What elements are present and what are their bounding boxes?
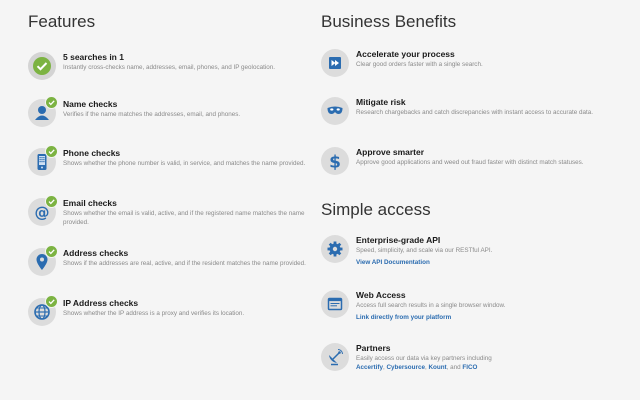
kount-link[interactable]: Kount: [428, 364, 446, 371]
simple-access-heading: Simple access: [321, 200, 431, 219]
accertify-link[interactable]: Accertify: [356, 364, 383, 371]
svg-text:$: $: [329, 153, 341, 173]
access-description: Easily access our data via key partners …: [356, 355, 621, 372]
feature-description: Instantly cross-checks name, addresses, …: [63, 64, 275, 71]
link-directly-from-platform-link[interactable]: Link directly from your platform: [356, 313, 621, 322]
map-pin-icon: [28, 245, 58, 276]
access-title: Enterprise-grade API: [356, 235, 441, 245]
benefit-description: Approve good applications and weed out f…: [356, 159, 584, 166]
feature-title: 5 searches in 1: [63, 52, 124, 62]
feature-description: Shows if the addresses are real, active,…: [63, 260, 306, 267]
mask-icon: [321, 97, 349, 125]
fico-link[interactable]: FICO: [462, 364, 477, 371]
check-badge-icon: [45, 195, 58, 208]
browser-window-icon: [321, 290, 349, 318]
check-badge-icon: [45, 145, 58, 158]
feature-title: Email checks: [63, 198, 117, 208]
separator-text: , and: [446, 363, 463, 371]
phone-icon: [28, 145, 58, 176]
check-circle-icon: [28, 52, 56, 80]
benefit-description: Research chargebacks and catch discrepan…: [356, 109, 593, 116]
access-description: Speed, simplicity, and scale via our RES…: [356, 247, 493, 254]
fast-forward-icon: [321, 49, 349, 77]
feature-description: Shows whether the IP address is a proxy …: [63, 310, 245, 317]
feature-description: Shows whether the email is valid, active…: [63, 210, 305, 226]
cybersource-link[interactable]: Cybersource: [386, 364, 425, 371]
feature-title: Address checks: [63, 248, 129, 258]
benefit-title: Approve smarter: [356, 147, 425, 157]
satellite-dish-icon: [321, 343, 349, 371]
business-benefits-heading: Business Benefits: [321, 12, 457, 31]
access-description: Access full search results in a single b…: [356, 302, 506, 309]
check-badge-icon: [45, 295, 58, 308]
access-title: Partners: [356, 343, 391, 353]
feature-title: Phone checks: [63, 148, 121, 158]
feature-title: IP Address checks: [63, 298, 139, 308]
feature-description: Shows whether the phone number is valid,…: [63, 160, 306, 167]
feature-description: Verifies if the name matches the address…: [63, 111, 241, 118]
features-heading: Features: [28, 12, 96, 31]
feature-title: Name checks: [63, 99, 118, 109]
globe-icon: [28, 295, 58, 326]
access-title: Web Access: [356, 290, 406, 300]
dollar-sign-icon: $: [321, 147, 349, 175]
person-icon: [28, 96, 58, 127]
benefit-title: Mitigate risk: [356, 97, 406, 107]
partners-intro-text: Easily access our data via key partners …: [356, 355, 492, 362]
at-sign-icon: @: [28, 195, 58, 226]
check-badge-icon: [45, 245, 58, 258]
benefit-description: Clear good orders faster with a single s…: [356, 61, 483, 68]
benefit-title: Accelerate your process: [356, 49, 455, 59]
check-badge-icon: [45, 96, 58, 109]
gear-icon: [321, 235, 349, 263]
view-api-documentation-link[interactable]: View API Documentation: [356, 258, 621, 267]
